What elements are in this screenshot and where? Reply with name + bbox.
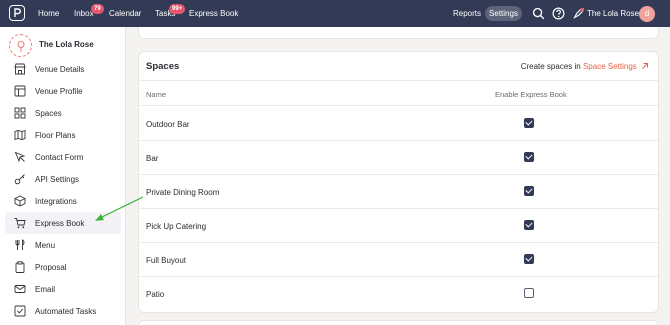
space-name: Private Dining Room [146,188,220,197]
enable-checkbox[interactable] [524,186,534,196]
sidebar-item-contact-form[interactable]: Contact Form [5,146,121,168]
spaces-card: Spaces Create spaces in Space Settings N… [138,51,659,313]
search-icon[interactable] [532,7,545,20]
divider [139,80,658,81]
enable-checkbox[interactable] [524,254,534,264]
storefront-icon [14,63,26,75]
sidebar-item-venue-details[interactable]: Venue Details [5,58,121,80]
sidebar-item-label: Email [35,284,56,294]
enable-checkbox[interactable] [524,220,534,230]
tasks-badge: 99+ [169,4,186,14]
logo-icon [14,8,21,17]
column-header-enable: Enable Express Book [495,90,567,99]
divider [139,174,658,175]
checkbox-icon [14,305,26,317]
nav-calendar[interactable]: Calendar [109,0,141,27]
sidebar-item-api-settings[interactable]: API Settings [5,168,121,190]
divider [139,208,658,209]
cube-icon [14,195,26,207]
sidebar-item-label: Menu [35,240,56,250]
space-settings-link-label: Space Settings [582,62,637,71]
mail-icon [14,285,26,293]
space-name: Bar [146,154,159,163]
divider [139,140,658,141]
sidebar-item-label: Venue Profile [35,86,83,96]
create-spaces-hint: Create spaces in Space Settings [521,62,649,71]
clipboard-icon [15,261,25,273]
sidebar-item-spaces[interactable]: Spaces [5,102,121,124]
spaces-title: Spaces [146,61,180,72]
nav-settings[interactable]: Settings [485,6,522,21]
sidebar-item-floor-plans[interactable]: Floor Plans [5,124,121,146]
sidebar-item-email[interactable]: Email [5,278,121,300]
cursor-icon [14,151,26,163]
sidebar-item-automated-tasks[interactable]: Automated Tasks [5,300,121,322]
sidebar-item-label: Spaces [35,108,62,118]
column-header-name: Name [146,90,167,99]
utensils-icon [15,239,25,250]
sidebar-item-label: Floor Plans [35,130,76,140]
sidebar-item-venue-profile[interactable]: Venue Profile [5,80,121,102]
key-icon [14,174,25,185]
divider [139,276,658,277]
inbox-badge: 79 [91,4,104,14]
sidebar-item-label: Automated Tasks [35,306,97,316]
space-name: Outdoor Bar [146,120,190,129]
grid-icon [14,107,26,119]
space-settings-link[interactable]: Space Settings [583,62,649,71]
space-name: Full Buyout [146,256,187,265]
sidebar-item-label: API Settings [35,174,80,184]
sidebar-item-label: Proposal [35,262,67,272]
cart-icon [14,218,26,229]
avatar[interactable]: d [639,6,655,22]
venue-logo [9,34,32,57]
divider [139,242,658,243]
sidebar-item-label: Venue Details [35,64,85,74]
sidebar-item-proposal[interactable]: Proposal [5,256,121,278]
enable-checkbox[interactable] [524,288,534,298]
rocket-icon[interactable] [572,7,585,20]
previous-card [138,27,659,39]
divider [139,105,658,106]
space-name: Patio [146,290,165,299]
sidebar-item-menu[interactable]: Menu [5,234,121,256]
top-nav: Home Inbox 79 Calendar Tasks 99+ Express… [0,0,670,27]
sidebar-item-label: Integrations [35,196,77,206]
venue-name: The Lola Rose [39,40,94,49]
nav-inbox[interactable]: Inbox [74,0,94,27]
sidebar-item-label: Contact Form [35,152,84,162]
user-name[interactable]: The Lola Rose [587,0,639,27]
nav-home[interactable]: Home [38,0,59,27]
next-card [138,320,659,325]
sidebar-item-label: Express Book [35,218,85,228]
create-spaces-text: Create spaces in [520,62,581,71]
layout-icon [14,85,26,97]
space-name: Pick Up Catering [146,222,207,231]
rose-icon [17,40,24,52]
help-icon[interactable] [552,7,565,20]
nav-reports[interactable]: Reports [453,0,481,27]
nav-express-book[interactable]: Express Book [189,0,238,27]
annotation-arrow-icon [95,196,144,221]
enable-checkbox[interactable] [524,152,534,162]
app-logo[interactable] [9,5,25,21]
external-arrow-icon [642,63,648,69]
enable-checkbox[interactable] [524,118,534,128]
sidebar: The Lola Rose Venue Details Venue Profil… [0,27,126,325]
map-icon [14,129,26,141]
